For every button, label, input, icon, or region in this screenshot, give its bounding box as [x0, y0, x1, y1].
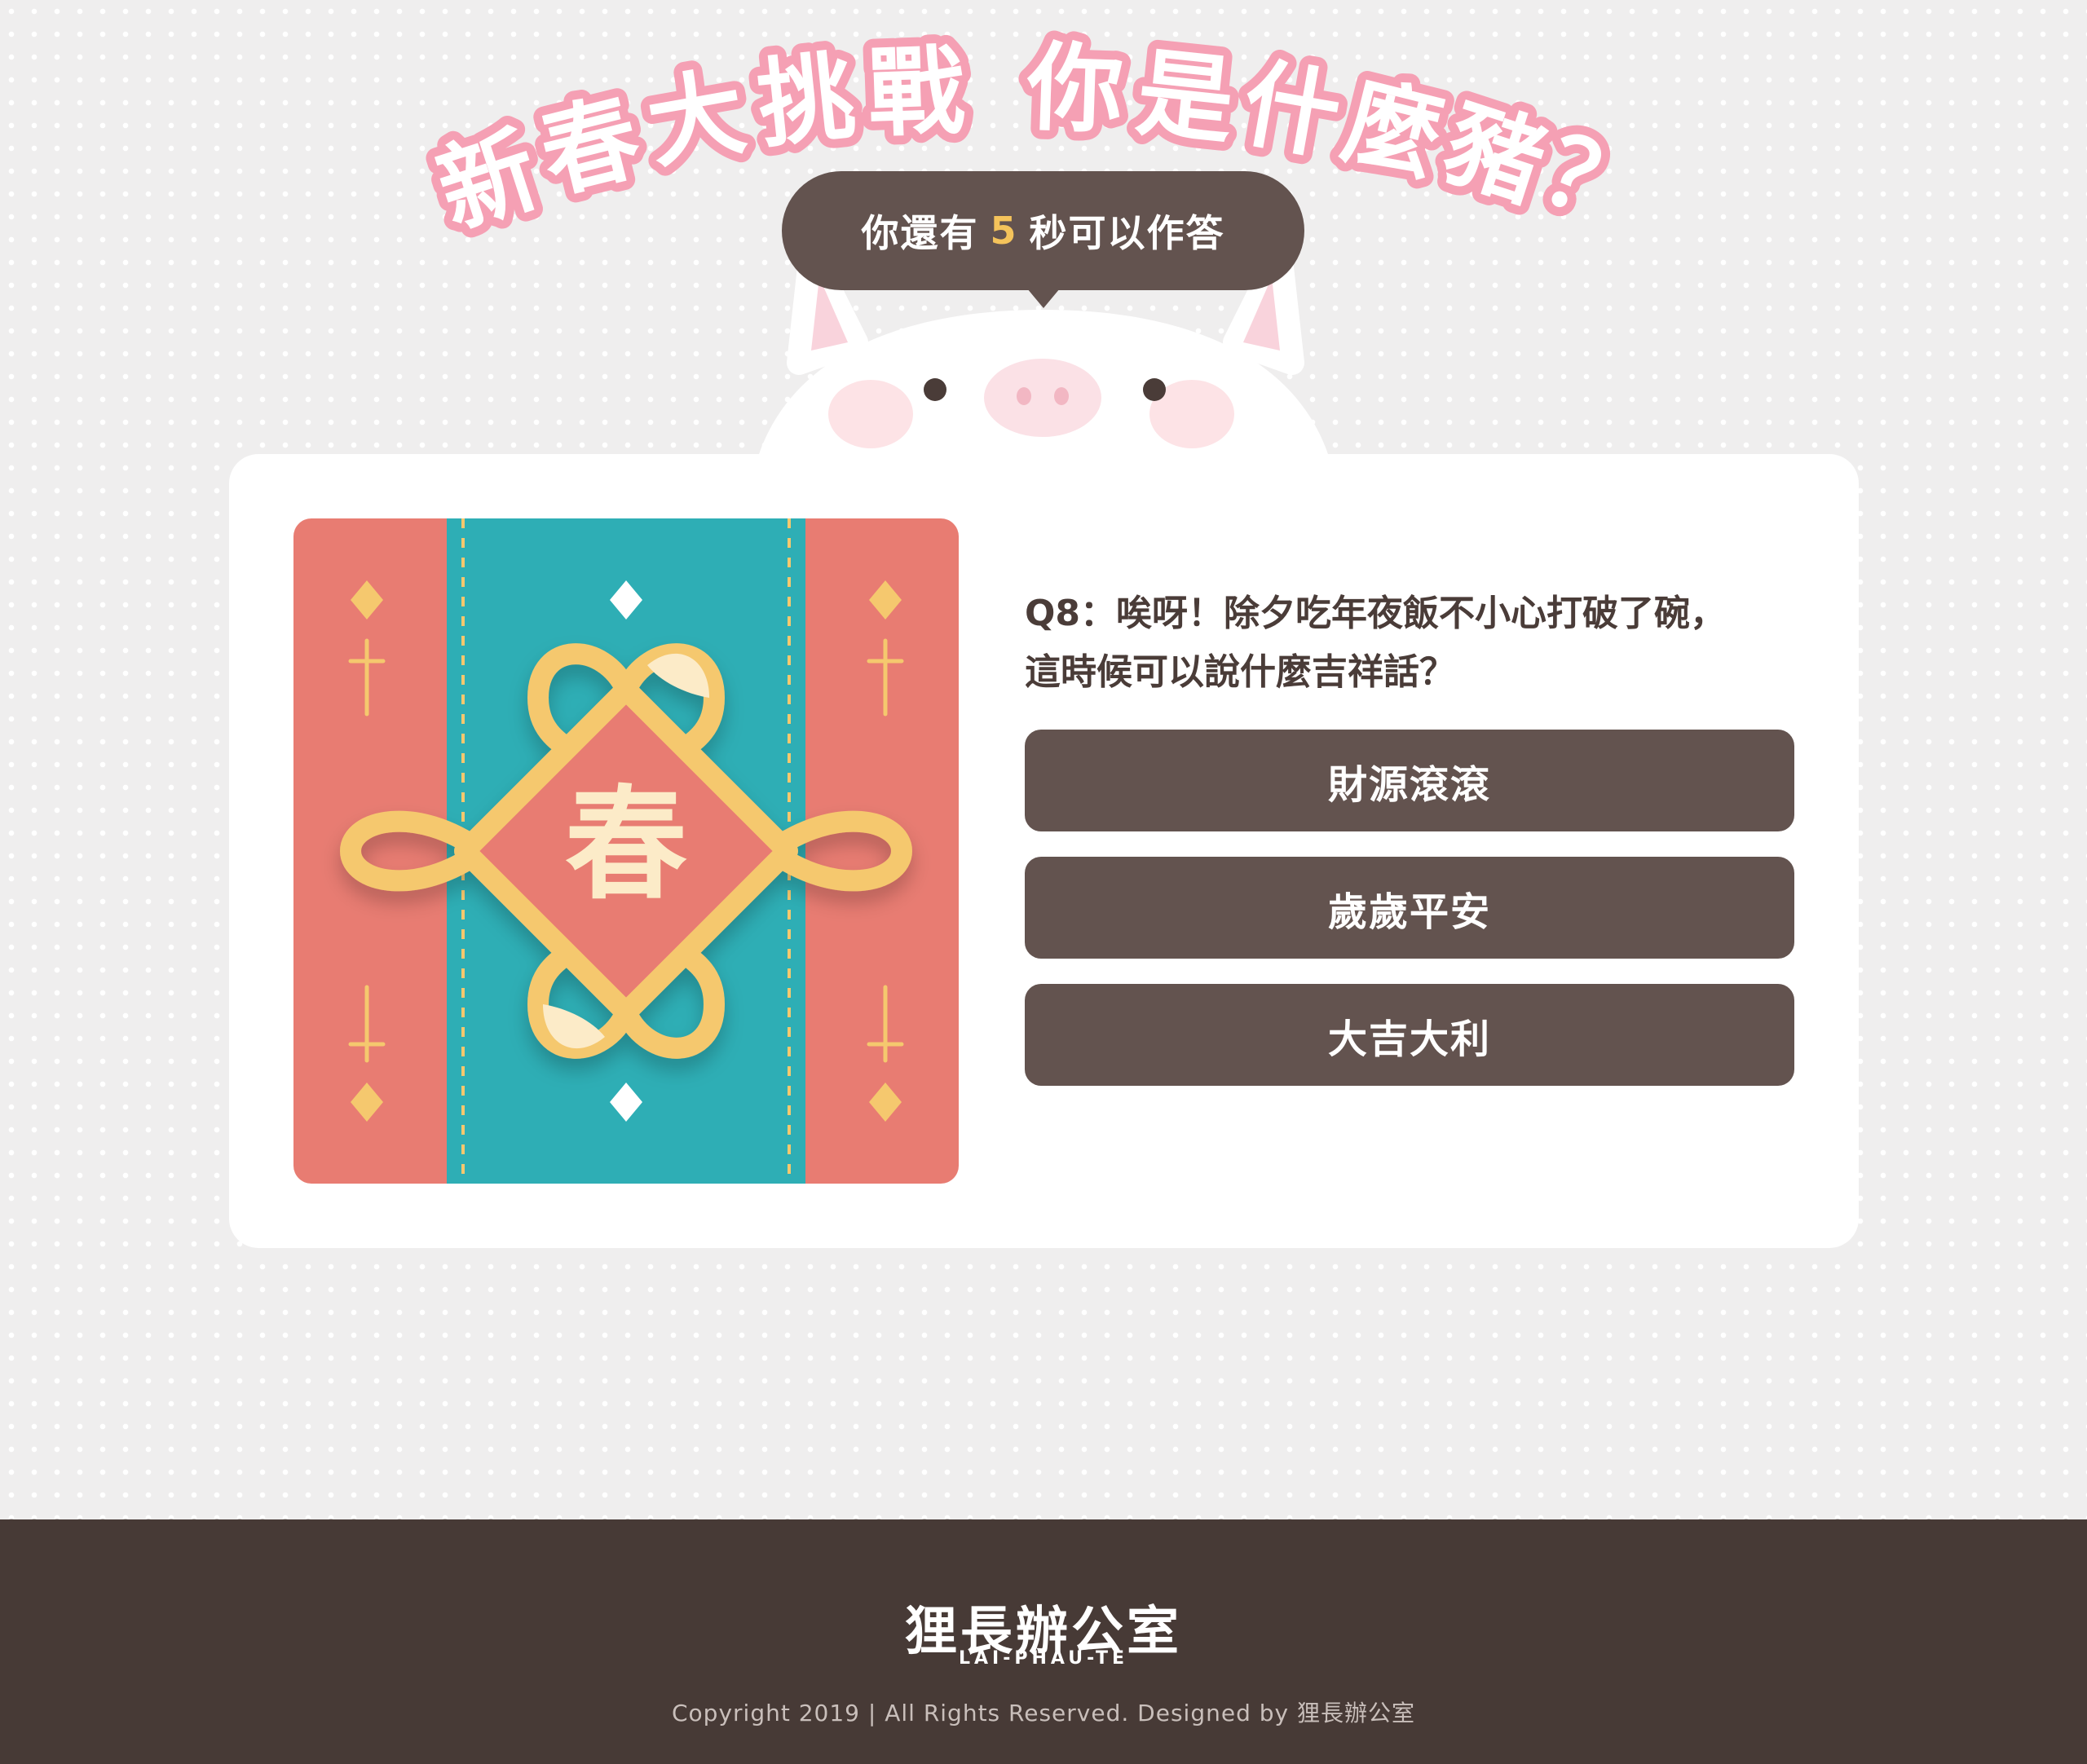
- answer-button-3[interactable]: 大吉大利: [1025, 984, 1794, 1086]
- title-char: 麼: [1333, 64, 1454, 196]
- title-char: 是: [1132, 36, 1239, 158]
- title-char: 新: [425, 112, 551, 249]
- title-char: 春: [530, 80, 651, 212]
- question-line-1: Q8：唉呀！除夕吃年夜飯不小心打破了碗，: [1025, 593, 1727, 634]
- question-text: Q8：唉呀！除夕吃年夜飯不小心打破了碗， 這時候可以說什麼吉祥話？: [1025, 584, 1807, 702]
- illustration-character: 春: [565, 774, 687, 916]
- footer-logo-subtitle: LAI-PHAU-TE: [958, 1648, 1129, 1669]
- title-char: 你: [1025, 31, 1126, 147]
- title-char: 挑: [752, 39, 860, 161]
- title-char: 什: [1234, 46, 1348, 174]
- footer: 狸長辦公室 LAI-PHAU-TE Copyright 2019 | All R…: [0, 1508, 2087, 1764]
- footer-scallop-edge: [0, 1508, 2087, 1531]
- question-illustration: 春: [293, 518, 959, 1184]
- title-char: 大: [639, 55, 753, 182]
- timer-suffix: 秒可以作答: [1029, 211, 1225, 255]
- answer-button-2[interactable]: 歲歲平安: [1025, 857, 1794, 959]
- timer-seconds: 5: [990, 209, 1018, 253]
- title-char: 戰: [867, 34, 967, 150]
- timer-prefix: 你還有: [861, 211, 979, 255]
- question-line-2: 這時候可以說什麼吉祥話？: [1025, 651, 1455, 693]
- copyright-text: Copyright 2019 | All Rights Reserved. De…: [672, 1700, 1415, 1727]
- quiz-card: 春 Q8：唉呀！除夕吃年夜飯不小心打破了碗， 這時候可以說什麼吉祥話？ 財源滾滾…: [229, 454, 1859, 1248]
- answer-button-1[interactable]: 財源滾滾: [1025, 730, 1794, 831]
- countdown-bubble: 你還有 5 秒可以作答: [782, 171, 1304, 308]
